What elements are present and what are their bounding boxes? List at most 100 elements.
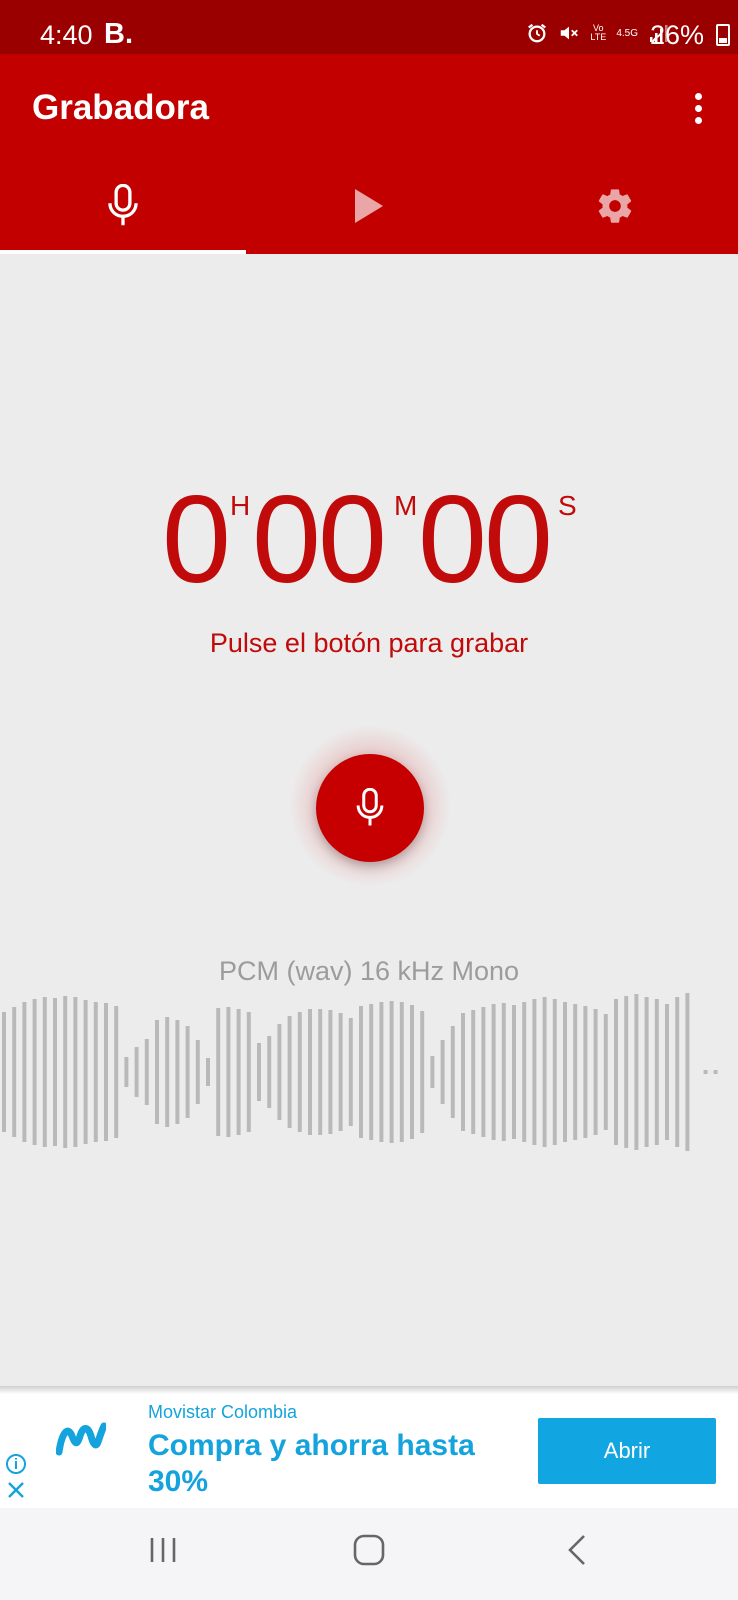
waveform-bar <box>257 1043 261 1101</box>
waveform-bar <box>267 1036 272 1108</box>
waveform-bar <box>328 1010 333 1134</box>
waveform-bar <box>53 998 57 1146</box>
record-hint: Pulse el botón para grabar <box>209 628 529 658</box>
waveform-bar <box>22 1002 27 1142</box>
status-icons: Vo LTE 4.5G <box>526 22 668 44</box>
waveform-bar <box>634 994 639 1150</box>
waveform-bar <box>512 1005 516 1139</box>
waveform-bar <box>379 1002 384 1142</box>
tab-play[interactable] <box>246 158 492 254</box>
menu-dot <box>694 92 702 100</box>
waveform-dot <box>713 1070 718 1074</box>
battery-percent: 26% <box>649 20 704 50</box>
waveform-bar <box>226 1007 231 1137</box>
network-label: 4.5G <box>616 27 638 39</box>
waveform-bar <box>603 1014 608 1130</box>
ad-info-icon[interactable]: i <box>6 1454 26 1474</box>
waveform-bar <box>522 1002 527 1142</box>
waveform-bar <box>369 1004 374 1140</box>
waveform-visualization <box>2 993 718 1151</box>
waveform-bar <box>297 1012 302 1132</box>
waveform-bar <box>338 1013 343 1131</box>
waveform-bar <box>359 1006 363 1138</box>
waveform-bar <box>63 996 68 1148</box>
waveform-bar <box>410 1005 414 1139</box>
ad-banner[interactable]: Movistar Colombia Compra y ahorra hasta … <box>0 1394 738 1508</box>
waveform-bar <box>389 1001 394 1143</box>
ad-headline[interactable]: Compra y ahorra hasta 30% <box>148 1428 528 1500</box>
waveform-bar <box>614 999 618 1145</box>
timer-minutes: 00 <box>252 471 387 609</box>
home-icon[interactable] <box>352 1532 386 1568</box>
status-bar: 4:40 B. Vo LTE 4.5G 26% <box>0 0 738 54</box>
waveform-bar <box>175 1020 180 1124</box>
mute-icon <box>561 26 579 40</box>
waveform-bar <box>481 1007 486 1137</box>
carrier-badge: B. <box>104 18 133 50</box>
waveform-bar <box>685 993 690 1151</box>
waveform-bar <box>420 1011 425 1133</box>
timer-hours: 0 <box>162 471 231 609</box>
waveform-bar <box>104 1003 108 1141</box>
waveform-bar <box>471 1010 476 1134</box>
timer-display: 0 H 00 M 00 S <box>0 478 738 618</box>
waveform-bar <box>573 1004 578 1140</box>
tab-indicator <box>0 250 246 254</box>
ad-open-button[interactable]: Abrir <box>538 1418 716 1484</box>
app-bar: Grabadora <box>0 54 738 254</box>
waveform-bar <box>308 1009 312 1135</box>
waveform-bar <box>195 1040 200 1104</box>
play-icon <box>355 189 383 223</box>
waveform-bar <box>185 1026 190 1118</box>
alarm-icon <box>528 23 547 43</box>
waveform-bar <box>144 1039 149 1105</box>
waveform-bar <box>42 997 47 1147</box>
waveform-dot <box>703 1070 708 1074</box>
menu-dot <box>694 104 702 112</box>
waveform-bar <box>644 997 649 1147</box>
volte-label: Vo LTE <box>590 23 607 42</box>
microphone-icon <box>356 788 384 826</box>
record-button[interactable] <box>316 754 424 862</box>
recents-icon[interactable] <box>146 1532 180 1568</box>
waveform-bar <box>491 1004 496 1140</box>
waveform-bar <box>532 999 537 1145</box>
ad-advertiser: Movistar Colombia <box>148 1402 298 1422</box>
waveform-bar <box>32 999 37 1145</box>
waveform-bar <box>318 1009 323 1135</box>
waveform-bar <box>83 1000 88 1144</box>
waveform-bar <box>552 999 557 1145</box>
back-icon[interactable] <box>560 1532 594 1568</box>
battery-icon <box>716 24 730 46</box>
waveform-bar <box>665 1004 669 1140</box>
waveform-bar <box>277 1024 282 1120</box>
menu-dot <box>694 116 702 124</box>
waveform-bar <box>73 997 78 1147</box>
waveform-bar <box>624 996 629 1148</box>
ad-close-icon[interactable] <box>6 1480 26 1500</box>
waveform-bar <box>216 1008 221 1136</box>
waveform-bar <box>246 1012 251 1132</box>
waveform-bar <box>542 997 547 1147</box>
format-label: PCM (wav) 16 kHz Mono <box>218 956 520 986</box>
app-title: Grabadora <box>32 88 209 127</box>
waveform-bar <box>206 1058 210 1086</box>
timer-seconds: 00 <box>418 471 553 609</box>
waveform-bar <box>440 1040 445 1104</box>
waveform-bar <box>450 1026 455 1118</box>
waveform-bar <box>430 1056 435 1088</box>
waveform-bar <box>287 1016 292 1128</box>
overflow-menu-button[interactable] <box>682 84 714 132</box>
gear-icon <box>598 189 632 223</box>
waveform-bar <box>12 1007 17 1137</box>
ad-divider <box>0 1386 738 1394</box>
waveform-bar <box>236 1009 241 1135</box>
tab-record[interactable] <box>0 158 246 254</box>
waveform-bar <box>461 1013 465 1131</box>
waveform-bar <box>563 1002 567 1142</box>
waveform-bar <box>2 1012 6 1132</box>
waveform-bar <box>93 1002 98 1142</box>
waveform-bar <box>155 1020 159 1124</box>
tab-settings[interactable] <box>492 158 738 254</box>
waveform-bar <box>348 1018 353 1126</box>
